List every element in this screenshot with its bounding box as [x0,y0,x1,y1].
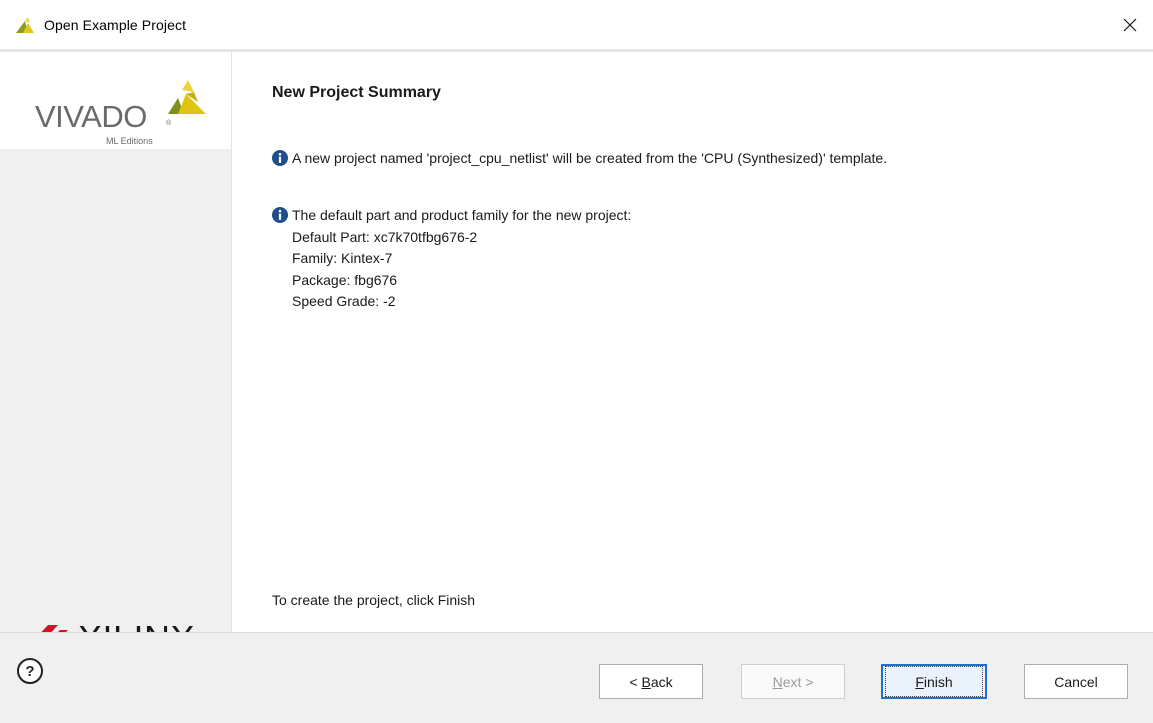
help-button[interactable]: ? [17,658,43,684]
finish-mnemonic: F [915,673,924,690]
package: Package: fbg676 [292,271,398,288]
default-part: Default Part: xc7k70tfbg676-2 [292,228,478,245]
title-bar: Open Example Project [0,0,1153,49]
family: Family: Kintex-7 [292,250,393,266]
part-intro: The default part and product family for … [292,207,632,223]
button-bar: ? < Back Next > Finish Cancel [0,633,1153,723]
part-details: The default part and product family for … [292,205,631,313]
page-title: New Project Summary [272,84,441,101]
vivado-wordmark: VIVADO [35,99,147,134]
back-mnemonic: B [641,673,651,690]
ml-editions-label: ML Editions [106,136,153,146]
vivado-logo: VIVADO ® ML Editions [0,52,231,149]
info-icon [272,207,288,223]
finish-focus-ring: Finish [885,666,983,697]
vivado-app-icon [16,17,34,33]
info-message-project: A new project named 'project_cpu_netlist… [272,148,887,168]
branding-panel: VIVADO ® ML Editions XILINX ® [0,52,231,659]
back-rest: ack [650,673,673,690]
vivado-logo-icon [168,80,206,114]
window-title: Open Example Project [44,17,187,33]
cancel-button[interactable]: Cancel [1024,664,1128,699]
info-message-text: A new project named 'project_cpu_netlist… [292,150,888,166]
vivado-registered-mark: ® [166,120,172,127]
finish-instruction: To create the project, click Finish [272,592,476,608]
info-message-part: The default part and product family for … [272,205,631,313]
next-button: Next > [741,664,845,699]
finish-button[interactable]: Finish [881,664,987,699]
back-prefix: < [629,673,642,690]
close-button[interactable] [1107,0,1153,49]
speed-grade: Speed Grade: -2 [292,293,396,309]
help-icon: ? [25,662,35,680]
summary-content: New Project Summary A new project named … [232,52,1153,632]
back-button[interactable]: < Back [599,664,703,699]
close-icon [1123,18,1137,31]
next-rest: ext > [782,673,814,690]
finish-rest: inish [923,673,953,690]
info-icon [272,150,288,166]
next-mnemonic: N [772,673,783,690]
